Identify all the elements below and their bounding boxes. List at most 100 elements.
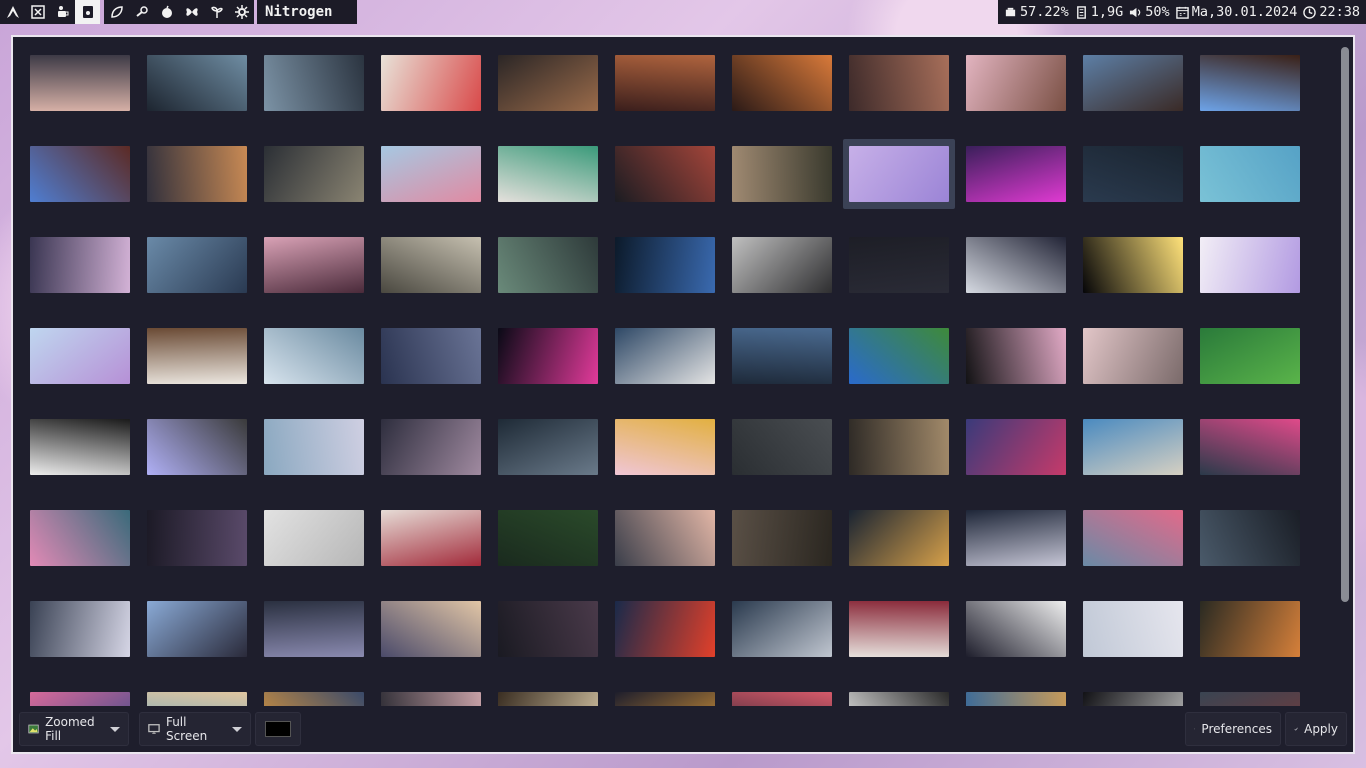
wallpaper-thumbnail[interactable] xyxy=(849,510,949,566)
wallpaper-thumbnail[interactable] xyxy=(966,601,1066,657)
wallpaper-thumbnail[interactable] xyxy=(147,55,247,111)
wallpaper-thumbnail[interactable] xyxy=(147,601,247,657)
wallpaper-thumbnail[interactable] xyxy=(1083,237,1183,293)
wallpaper-thumbnail[interactable] xyxy=(732,55,832,111)
scrollbar[interactable] xyxy=(1341,47,1349,602)
wallpaper-thumbnail[interactable] xyxy=(381,237,481,293)
app-sprout[interactable] xyxy=(204,0,229,24)
wallpaper-thumbnail[interactable] xyxy=(732,601,832,657)
wallpaper-thumbnail[interactable] xyxy=(381,328,481,384)
wallpaper-thumbnail[interactable] xyxy=(1200,237,1300,293)
wallpaper-thumbnail[interactable] xyxy=(264,419,364,475)
wallpaper-thumbnail[interactable] xyxy=(381,510,481,566)
wallpaper-thumbnail[interactable] xyxy=(849,146,949,202)
wallpaper-thumbnail[interactable] xyxy=(966,55,1066,111)
wallpaper-thumbnail[interactable] xyxy=(615,419,715,475)
wallpaper-thumbnail[interactable] xyxy=(30,55,130,111)
wallpaper-thumbnail[interactable] xyxy=(1200,601,1300,657)
wallpaper-thumbnail[interactable] xyxy=(264,55,364,111)
bg-color-button[interactable] xyxy=(255,712,301,746)
volume-status[interactable]: 50% xyxy=(1129,4,1170,20)
wallpaper-thumbnail[interactable] xyxy=(264,601,364,657)
wallpaper-thumbnail[interactable] xyxy=(1200,419,1300,475)
wallpaper-thumbnail[interactable] xyxy=(1083,55,1183,111)
wallpaper-thumbnail[interactable] xyxy=(1083,146,1183,202)
wallpaper-thumbnail[interactable] xyxy=(1200,55,1300,111)
wallpaper-thumbnail[interactable] xyxy=(966,146,1066,202)
wallpaper-thumbnail[interactable] xyxy=(498,328,598,384)
apply-button[interactable]: Apply xyxy=(1285,712,1347,746)
mode-dropdown[interactable]: Zoomed Fill xyxy=(19,712,129,746)
wallpaper-thumbnail[interactable] xyxy=(849,601,949,657)
wallpaper-thumbnail[interactable] xyxy=(381,55,481,111)
wallpaper-thumbnail[interactable] xyxy=(498,601,598,657)
wallpaper-thumbnail[interactable] xyxy=(615,146,715,202)
app-butterfly[interactable] xyxy=(179,0,204,24)
wallpaper-thumbnail[interactable] xyxy=(966,510,1066,566)
wallpaper-thumbnail[interactable] xyxy=(1200,510,1300,566)
wallpaper-thumbnail[interactable] xyxy=(30,419,130,475)
wallpaper-thumbnail[interactable] xyxy=(615,55,715,111)
wallpaper-thumbnail[interactable] xyxy=(30,146,130,202)
wallpaper-thumbnail[interactable] xyxy=(264,510,364,566)
wallpaper-thumbnail[interactable] xyxy=(849,55,949,111)
workspace-1[interactable] xyxy=(0,0,25,24)
wallpaper-thumbnail[interactable] xyxy=(849,237,949,293)
wallpaper-thumbnail[interactable] xyxy=(732,510,832,566)
wallpaper-thumbnail[interactable] xyxy=(615,692,715,706)
preferences-button[interactable]: Preferences xyxy=(1185,712,1281,746)
wallpaper-thumbnail[interactable] xyxy=(732,419,832,475)
wallpaper-thumbnail[interactable] xyxy=(381,601,481,657)
wallpaper-thumbnail[interactable] xyxy=(615,328,715,384)
app-steam[interactable] xyxy=(129,0,154,24)
wallpaper-thumbnail[interactable] xyxy=(1083,692,1183,706)
wallpaper-thumbnail[interactable] xyxy=(498,510,598,566)
wallpaper-thumbnail[interactable] xyxy=(30,692,130,706)
wallpaper-thumbnail[interactable] xyxy=(732,692,832,706)
wallpaper-thumbnail[interactable] xyxy=(30,237,130,293)
wallpaper-thumbnail[interactable] xyxy=(732,237,832,293)
wallpaper-thumbnail[interactable] xyxy=(30,510,130,566)
wallpaper-thumbnail[interactable] xyxy=(615,237,715,293)
workspace-4[interactable] xyxy=(75,0,100,24)
wallpaper-thumbnail[interactable] xyxy=(615,601,715,657)
wallpaper-thumbnail[interactable] xyxy=(381,692,481,706)
wallpaper-thumbnail[interactable] xyxy=(849,692,949,706)
wallpaper-thumbnail[interactable] xyxy=(147,692,247,706)
wallpaper-thumbnail[interactable] xyxy=(498,419,598,475)
app-leaf[interactable] xyxy=(104,0,129,24)
app-apple[interactable] xyxy=(154,0,179,24)
wallpaper-thumbnail[interactable] xyxy=(849,328,949,384)
wallpaper-thumbnail[interactable] xyxy=(381,419,481,475)
app-settings[interactable] xyxy=(229,0,254,24)
screen-dropdown[interactable]: Full Screen xyxy=(139,712,251,746)
wallpaper-thumbnail[interactable] xyxy=(147,237,247,293)
wallpaper-thumbnail[interactable] xyxy=(264,328,364,384)
wallpaper-thumbnail[interactable] xyxy=(1200,146,1300,202)
wallpaper-thumbnail[interactable] xyxy=(1083,510,1183,566)
wallpaper-thumbnail[interactable] xyxy=(264,146,364,202)
wallpaper-thumbnail[interactable] xyxy=(1083,328,1183,384)
wallpaper-thumbnail[interactable] xyxy=(1083,419,1183,475)
wallpaper-thumbnail[interactable] xyxy=(147,146,247,202)
wallpaper-thumbnail[interactable] xyxy=(732,146,832,202)
wallpaper-thumbnail[interactable] xyxy=(498,146,598,202)
workspace-3[interactable] xyxy=(50,0,75,24)
wallpaper-thumbnail[interactable] xyxy=(30,601,130,657)
wallpaper-thumbnail[interactable] xyxy=(498,692,598,706)
wallpaper-thumbnail[interactable] xyxy=(147,510,247,566)
wallpaper-thumbnail[interactable] xyxy=(147,419,247,475)
wallpaper-thumbnail[interactable] xyxy=(1200,692,1300,706)
wallpaper-thumbnail[interactable] xyxy=(966,692,1066,706)
wallpaper-thumbnail[interactable] xyxy=(966,419,1066,475)
wallpaper-thumbnail[interactable] xyxy=(966,328,1066,384)
wallpaper-thumbnail[interactable] xyxy=(381,146,481,202)
wallpaper-thumbnail[interactable] xyxy=(849,419,949,475)
wallpaper-thumbnail[interactable] xyxy=(264,692,364,706)
workspace-2[interactable] xyxy=(25,0,50,24)
wallpaper-thumbnail[interactable] xyxy=(30,328,130,384)
wallpaper-thumbnail[interactable] xyxy=(498,55,598,111)
wallpaper-thumbnail[interactable] xyxy=(264,237,364,293)
wallpaper-thumbnail[interactable] xyxy=(147,328,247,384)
wallpaper-thumbnail[interactable] xyxy=(1200,328,1300,384)
